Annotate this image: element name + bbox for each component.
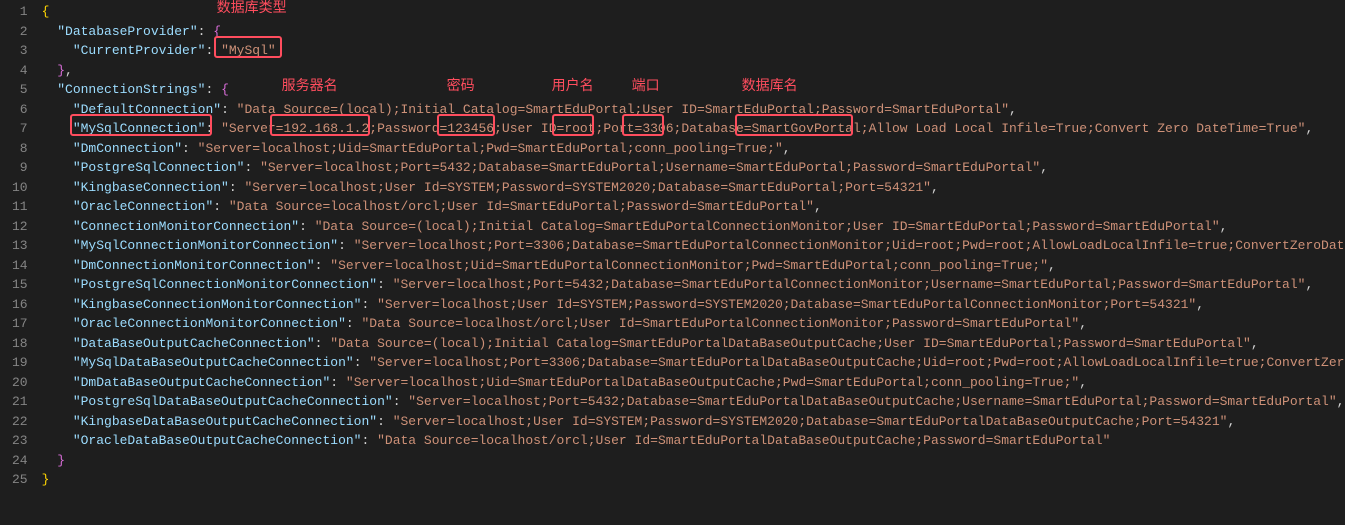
- json-key: "CurrentProvider": [73, 43, 206, 58]
- line-number-gutter: 1234567891011121314151617181920212223242…: [0, 0, 42, 492]
- json-key: "DatabaseProvider": [57, 24, 197, 39]
- code-line[interactable]: },: [42, 61, 1345, 81]
- json-key: "DmConnectionMonitorConnection": [73, 258, 315, 273]
- line-number: 3: [12, 41, 28, 61]
- json-key: "ConnectionStrings": [57, 82, 205, 97]
- json-key: "MySqlConnectionMonitorConnection": [73, 238, 338, 253]
- json-value: "Data Source=localhost/orcl;User Id=Smar…: [229, 199, 814, 214]
- json-value: "Server=localhost;Port=5432;Database=Sma…: [408, 394, 1336, 409]
- line-number: 7: [12, 119, 28, 139]
- json-value: "MySql": [221, 43, 276, 58]
- line-number: 24: [12, 451, 28, 471]
- line-number: 13: [12, 236, 28, 256]
- code-line[interactable]: "KingbaseDataBaseOutputCacheConnection":…: [42, 412, 1345, 432]
- json-value: "Data Source=(local);Initial Catalog=Sma…: [315, 219, 1220, 234]
- json-key: "DmConnection": [73, 141, 182, 156]
- json-key: "DefaultConnection": [73, 102, 221, 117]
- code-line[interactable]: "OracleConnection": "Data Source=localho…: [42, 197, 1345, 217]
- json-value: "Server=localhost;Port=5432;Database=Sma…: [393, 277, 1306, 292]
- json-value: "Server=localhost;Uid=SmartEduPortalData…: [346, 375, 1079, 390]
- json-key: "KingbaseConnection": [73, 180, 229, 195]
- code-area[interactable]: { "DatabaseProvider": { "CurrentProvider…: [42, 0, 1345, 492]
- json-key: "PostgreSqlConnectionMonitorConnection": [73, 277, 377, 292]
- json-value: "Server=localhost;Port=5432;Database=Sma…: [260, 160, 1040, 175]
- json-value: "Server=localhost;User Id=SYSTEM;Passwor…: [244, 180, 931, 195]
- json-key: "KingbaseConnectionMonitorConnection": [73, 297, 362, 312]
- line-number: 23: [12, 431, 28, 451]
- code-line[interactable]: "MySqlConnectionMonitorConnection": "Ser…: [42, 236, 1345, 256]
- code-line[interactable]: "KingbaseConnectionMonitorConnection": "…: [42, 295, 1345, 315]
- code-line[interactable]: "MySqlDataBaseOutputCacheConnection": "S…: [42, 353, 1345, 373]
- code-line[interactable]: "PostgreSqlConnectionMonitorConnection":…: [42, 275, 1345, 295]
- brace: }: [42, 472, 50, 487]
- json-key: "MySqlDataBaseOutputCacheConnection": [73, 355, 354, 370]
- code-line[interactable]: }: [42, 470, 1345, 490]
- line-number: 14: [12, 256, 28, 276]
- line-number: 12: [12, 217, 28, 237]
- line-number: 16: [12, 295, 28, 315]
- line-number: 25: [12, 470, 28, 490]
- line-number: 18: [12, 334, 28, 354]
- line-number: 5: [12, 80, 28, 100]
- line-number: 11: [12, 197, 28, 217]
- line-number: 8: [12, 139, 28, 159]
- json-value: "Data Source=(local);Initial Catalog=Sma…: [237, 102, 1009, 117]
- brace: {: [42, 4, 50, 19]
- line-number: 6: [12, 100, 28, 120]
- json-key: "PostgreSqlConnection": [73, 160, 245, 175]
- json-value: "Data Source=localhost/orcl;User Id=Smar…: [361, 316, 1079, 331]
- code-line[interactable]: "DefaultConnection": "Data Source=(local…: [42, 100, 1345, 120]
- line-number: 9: [12, 158, 28, 178]
- code-line[interactable]: "PostgreSqlDataBaseOutputCacheConnection…: [42, 392, 1345, 412]
- json-key: "MySqlConnection": [73, 121, 206, 136]
- code-line[interactable]: "KingbaseConnection": "Server=localhost;…: [42, 178, 1345, 198]
- json-key: "OracleConnection": [73, 199, 213, 214]
- json-value: "Server=localhost;User Id=SYSTEM;Passwor…: [393, 414, 1228, 429]
- code-line[interactable]: }: [42, 451, 1345, 471]
- code-line[interactable]: "PostgreSqlConnection": "Server=localhos…: [42, 158, 1345, 178]
- code-line[interactable]: "DmConnectionMonitorConnection": "Server…: [42, 256, 1345, 276]
- json-key: "OracleDataBaseOutputCacheConnection": [73, 433, 362, 448]
- code-line[interactable]: "OracleDataBaseOutputCacheConnection": "…: [42, 431, 1345, 451]
- code-line[interactable]: "ConnectionStrings": {: [42, 80, 1345, 100]
- json-value: "Server=192.168.1.2;Password=123456;User…: [221, 121, 1305, 136]
- code-line[interactable]: "DataBaseOutputCacheConnection": "Data S…: [42, 334, 1345, 354]
- json-value: "Server=localhost;Uid=SmartEduPortal;Pwd…: [198, 141, 783, 156]
- line-number: 19: [12, 353, 28, 373]
- code-line[interactable]: "CurrentProvider": "MySql": [42, 41, 1345, 61]
- json-key: "OracleConnectionMonitorConnection": [73, 316, 346, 331]
- json-key: "ConnectionMonitorConnection": [73, 219, 299, 234]
- code-line[interactable]: "ConnectionMonitorConnection": "Data Sou…: [42, 217, 1345, 237]
- json-value: "Data Source=localhost/orcl;User Id=Smar…: [377, 433, 1110, 448]
- json-value: "Server=localhost;Uid=SmartEduPortalConn…: [330, 258, 1048, 273]
- line-number: 1: [12, 2, 28, 22]
- line-number: 4: [12, 61, 28, 81]
- json-value: "Server=localhost;Port=3306;Database=Sma…: [369, 355, 1345, 370]
- brace: }: [57, 453, 65, 468]
- line-number: 22: [12, 412, 28, 432]
- code-line[interactable]: "DatabaseProvider": {: [42, 22, 1345, 42]
- code-line[interactable]: "DmDataBaseOutputCacheConnection": "Serv…: [42, 373, 1345, 393]
- line-number: 15: [12, 275, 28, 295]
- line-number: 10: [12, 178, 28, 198]
- code-line[interactable]: "OracleConnectionMonitorConnection": "Da…: [42, 314, 1345, 334]
- code-line[interactable]: "MySqlConnection": "Server=192.168.1.2;P…: [42, 119, 1345, 139]
- json-value: "Server=localhost;User Id=SYSTEM;Passwor…: [377, 297, 1196, 312]
- json-key: "KingbaseDataBaseOutputCacheConnection": [73, 414, 377, 429]
- json-value: "Data Source=(local);Initial Catalog=Sma…: [330, 336, 1251, 351]
- line-number: 2: [12, 22, 28, 42]
- line-number: 17: [12, 314, 28, 334]
- line-number: 20: [12, 373, 28, 393]
- json-key: "DataBaseOutputCacheConnection": [73, 336, 315, 351]
- json-value: "Server=localhost;Port=3306;Database=Sma…: [354, 238, 1345, 253]
- code-line[interactable]: "DmConnection": "Server=localhost;Uid=Sm…: [42, 139, 1345, 159]
- code-line[interactable]: {: [42, 2, 1345, 22]
- line-number: 21: [12, 392, 28, 412]
- code-editor[interactable]: 1234567891011121314151617181920212223242…: [0, 0, 1345, 492]
- json-key: "PostgreSqlDataBaseOutputCacheConnection…: [73, 394, 393, 409]
- json-key: "DmDataBaseOutputCacheConnection": [73, 375, 330, 390]
